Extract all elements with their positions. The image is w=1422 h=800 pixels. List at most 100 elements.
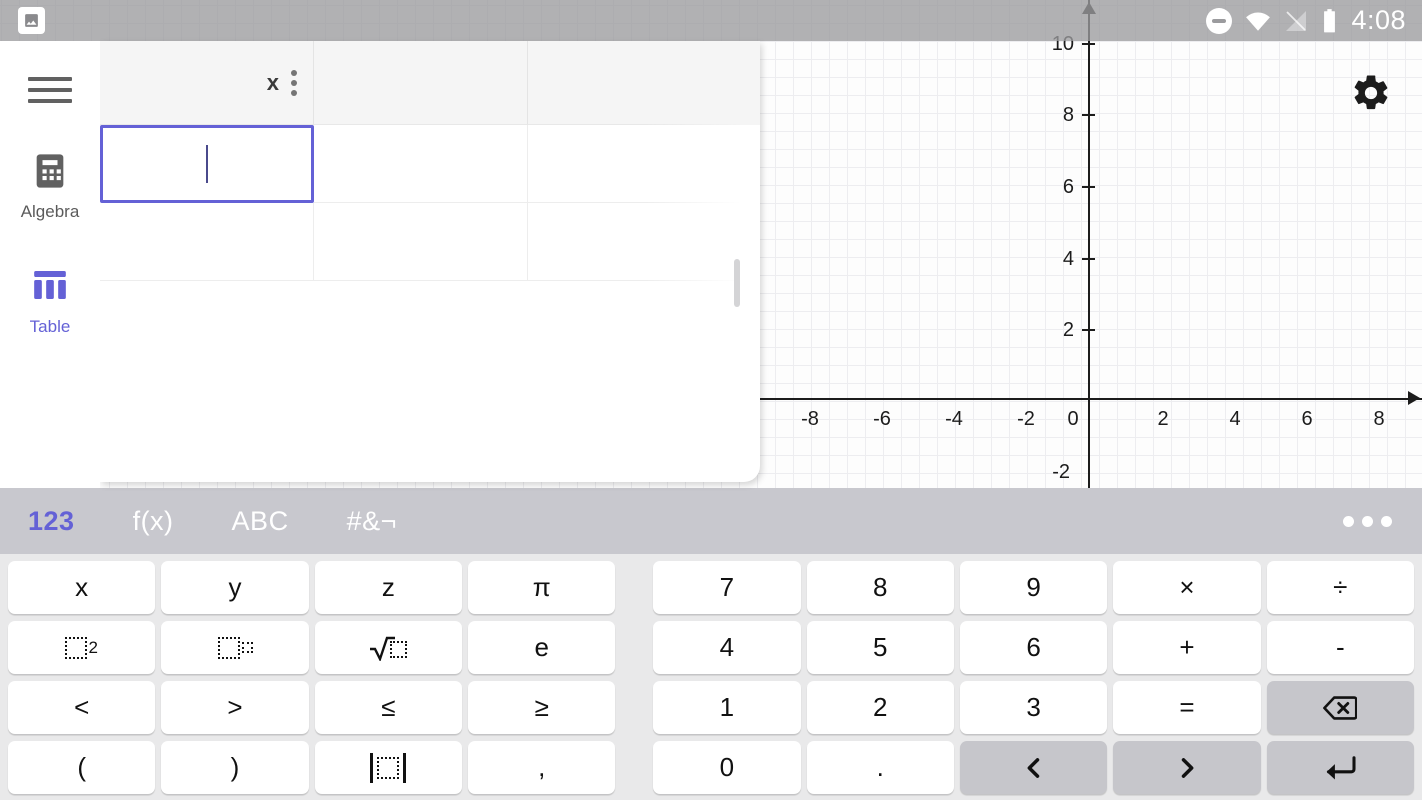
- key-cursor-left[interactable]: [959, 741, 1108, 794]
- x-tick--2: -2: [1017, 408, 1035, 430]
- tab-fx[interactable]: f(x): [127, 504, 180, 539]
- placeholder-box: [390, 640, 408, 658]
- vertical-bar: [370, 752, 374, 783]
- tab-symbols[interactable]: #&¬: [341, 504, 403, 539]
- x-tick-8: 8: [1373, 408, 1385, 430]
- key-absolute-value[interactable]: [314, 741, 463, 794]
- app-root: -8 -6 -4 -2 0 2 4 6 8 10 8 6 4 2 -2 4:08…: [0, 0, 1422, 800]
- key-5[interactable]: 5: [806, 621, 954, 674]
- placeholder-box: [377, 756, 400, 779]
- key-pi[interactable]: π: [468, 561, 616, 614]
- key-2[interactable]: 2: [806, 681, 954, 734]
- key-7[interactable]: 7: [653, 561, 801, 614]
- key-power[interactable]: [161, 621, 309, 674]
- x-tick-4: 4: [1229, 408, 1241, 430]
- hamburger-menu-icon[interactable]: [26, 73, 74, 107]
- x-tick--4: -4: [945, 408, 963, 430]
- y-tick-6: 6: [1062, 176, 1074, 198]
- key-less-than[interactable]: <: [8, 681, 156, 734]
- table-cell[interactable]: [528, 125, 742, 203]
- battery-icon: [1324, 8, 1336, 32]
- key-8[interactable]: 8: [806, 561, 954, 614]
- x-tick-0: 0: [1067, 408, 1079, 430]
- key-open-paren[interactable]: (: [8, 741, 156, 794]
- key-greater-equal[interactable]: ≥: [468, 681, 616, 734]
- key-9[interactable]: 9: [959, 561, 1108, 614]
- placeholder-box: [65, 636, 88, 659]
- status-bar: 4:08: [0, 0, 1422, 41]
- status-bar-notifications: [0, 7, 100, 34]
- y-tick-4: 4: [1062, 248, 1074, 270]
- table-header-row: x: [100, 41, 760, 125]
- keyboard-row: ( ) , 0 .: [5, 738, 1417, 797]
- table-column-header-2[interactable]: [314, 41, 528, 125]
- table-vertical-scrollbar[interactable]: [734, 259, 740, 307]
- table-row: [100, 125, 760, 203]
- calculator-icon: [36, 154, 64, 188]
- key-divide[interactable]: ÷: [1266, 561, 1414, 614]
- more-options-icon[interactable]: [1335, 508, 1400, 535]
- key-comma[interactable]: ,: [468, 741, 616, 794]
- key-z[interactable]: z: [314, 561, 463, 614]
- x-axis-arrow: [1408, 391, 1420, 405]
- x-tick-6: 6: [1301, 408, 1313, 430]
- table-row: [100, 203, 760, 281]
- keyboard-row: x y z π 7 8 9 × ÷: [5, 558, 1417, 617]
- keyboard-tab-bar: 123 f(x) ABC #&¬: [0, 488, 1422, 554]
- sidebar-item-label: Table: [29, 317, 71, 336]
- sidebar-item-table[interactable]: Table: [0, 266, 100, 337]
- left-sidebar: Algebra Table: [0, 41, 100, 488]
- key-square[interactable]: 2: [8, 621, 156, 674]
- sidebar-item-algebra[interactable]: Algebra: [0, 151, 100, 222]
- settings-gear-icon[interactable]: [1350, 72, 1392, 114]
- table-panel: x: [100, 41, 760, 482]
- enter-icon: [1326, 755, 1356, 779]
- key-less-equal[interactable]: ≤: [314, 681, 463, 734]
- backspace-icon: [1323, 695, 1358, 720]
- key-equals[interactable]: =: [1113, 681, 1261, 734]
- key-3[interactable]: 3: [959, 681, 1108, 734]
- table-cell-selected[interactable]: [100, 125, 314, 203]
- key-backspace[interactable]: [1266, 681, 1414, 734]
- key-e[interactable]: e: [468, 621, 616, 674]
- key-close-paren[interactable]: ): [161, 741, 309, 794]
- table-cell[interactable]: [314, 203, 528, 281]
- key-1[interactable]: 1: [653, 681, 801, 734]
- key-cursor-right[interactable]: [1113, 741, 1261, 794]
- table-cell[interactable]: [100, 203, 314, 281]
- table-cell[interactable]: [528, 203, 742, 281]
- signal-off-icon: [1286, 10, 1307, 31]
- key-x[interactable]: x: [8, 561, 156, 614]
- y-tick-8: 8: [1062, 104, 1074, 126]
- key-0[interactable]: 0: [653, 741, 801, 794]
- key-minus[interactable]: -: [1266, 621, 1414, 674]
- column-overflow-menu-icon[interactable]: [289, 68, 299, 98]
- tab-abc[interactable]: ABC: [226, 504, 295, 539]
- chevron-right-icon: [1181, 757, 1194, 778]
- key-plus[interactable]: +: [1113, 621, 1261, 674]
- key-decimal-point[interactable]: .: [806, 741, 954, 794]
- key-4[interactable]: 4: [653, 621, 801, 674]
- chevron-left-icon: [1027, 757, 1039, 778]
- key-sqrt[interactable]: [314, 621, 463, 674]
- table-column-header-3[interactable]: [528, 41, 742, 125]
- x-axis-line: [760, 398, 1422, 400]
- keyboard-row: < > ≤ ≥ 1 2 3 =: [5, 678, 1417, 737]
- math-keyboard: 123 f(x) ABC #&¬ x y z π 7 8 9 × ÷ 2 e 4…: [0, 488, 1422, 800]
- key-multiply[interactable]: ×: [1113, 561, 1261, 614]
- key-greater-than[interactable]: >: [161, 681, 309, 734]
- status-bar-clock: 4:08: [1351, 5, 1406, 35]
- table-column-header-x[interactable]: x: [100, 41, 314, 125]
- do-not-disturb-icon: [1206, 7, 1233, 34]
- table-cell[interactable]: [314, 125, 528, 203]
- placeholder-box-small: [241, 642, 253, 653]
- key-y[interactable]: y: [161, 561, 309, 614]
- table-icon: [34, 271, 66, 299]
- vertical-bar: [403, 752, 407, 783]
- key-6[interactable]: 6: [959, 621, 1108, 674]
- wifi-icon: [1246, 11, 1271, 31]
- tab-123[interactable]: 123: [22, 504, 81, 539]
- keyboard-row: 2 e 4 5 6 + -: [5, 618, 1417, 677]
- key-enter[interactable]: [1266, 741, 1414, 794]
- y-tick--2: -2: [1052, 461, 1070, 483]
